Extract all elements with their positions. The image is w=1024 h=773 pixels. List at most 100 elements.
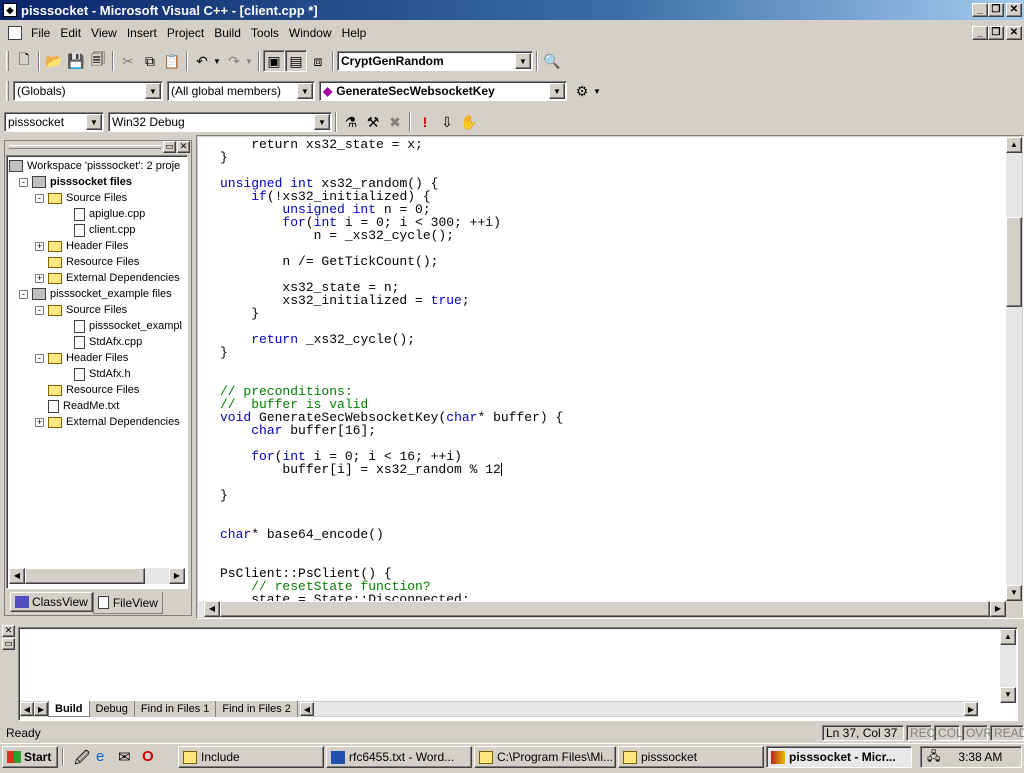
code-line[interactable]: return xs32_state = x; — [220, 138, 563, 151]
tree-item[interactable]: StdAfx.cpp — [9, 334, 187, 350]
menu-project[interactable]: Project — [162, 24, 209, 42]
code-line[interactable]: buffer[i] = xs32_random % 12 — [220, 463, 563, 476]
menu-file[interactable]: File — [26, 24, 55, 42]
build-icon[interactable]: ⚒ — [362, 111, 384, 133]
workspace-root[interactable]: Workspace 'pisssocket': 2 proje — [9, 158, 187, 174]
output-vscrollbar[interactable]: ▲ ▼ — [1000, 629, 1016, 703]
scroll-left-icon[interactable]: ◀ — [204, 601, 220, 617]
code-line[interactable]: n /= GetTickCount(); — [220, 255, 563, 268]
scroll-up-icon[interactable]: ▲ — [1000, 629, 1016, 645]
doc-restore-button[interactable]: ❐ — [988, 26, 1004, 40]
collapse-icon[interactable]: - — [35, 353, 44, 363]
tab-build[interactable]: Build — [48, 701, 90, 717]
code-line[interactable]: state = State::Disconnected; — [220, 593, 563, 601]
code-line[interactable] — [220, 476, 563, 489]
expand-icon[interactable]: + — [35, 273, 44, 283]
code-line[interactable]: char* base64_encode() — [220, 528, 563, 541]
output-hscroll-right-icon[interactable]: ▶ — [963, 702, 978, 716]
opera-icon[interactable]: O — [142, 748, 154, 765]
tree-item[interactable]: - Source Files — [9, 190, 187, 206]
collapse-icon[interactable]: - — [19, 177, 28, 187]
menu-window[interactable]: Window — [284, 24, 337, 42]
scope-combo[interactable]: (Globals) ▼ — [13, 81, 163, 101]
menu-insert[interactable]: Insert — [122, 24, 162, 42]
wizard-action-icon[interactable]: ⚙ — [571, 80, 593, 102]
scroll-thumb[interactable] — [220, 601, 990, 617]
compile-icon[interactable]: ⚗ — [340, 111, 362, 133]
code-line[interactable]: } — [220, 489, 563, 502]
code-line[interactable]: xs32_initialized = true; — [220, 294, 563, 307]
go-icon[interactable]: ⇩ — [436, 111, 458, 133]
menu-build[interactable]: Build — [209, 24, 246, 42]
menu-help[interactable]: Help — [337, 24, 372, 42]
tree-item[interactable]: - pisssocket_example files — [9, 286, 187, 302]
chevron-down-icon[interactable]: ▼ — [515, 53, 531, 69]
code-line[interactable]: } — [220, 151, 563, 164]
function-combo[interactable]: ◆ GenerateSecWebsocketKey ▼ — [319, 81, 567, 101]
code-line[interactable]: return _xs32_cycle(); — [220, 333, 563, 346]
close-button[interactable]: ✕ — [1006, 3, 1022, 17]
tree-item[interactable]: - Source Files — [9, 302, 187, 318]
output-hscroll-left-icon[interactable]: ◀ — [299, 702, 314, 716]
document-icon[interactable] — [8, 26, 22, 40]
project-combo[interactable]: pisssocket ▼ — [4, 112, 104, 132]
scroll-down-icon[interactable]: ▼ — [1006, 585, 1022, 601]
tree-item[interactable]: client.cpp — [9, 222, 187, 238]
redo-dropdown-icon[interactable]: ▼ — [245, 57, 255, 66]
tree-item[interactable]: - pisssocket files — [9, 174, 187, 190]
tab-fileview[interactable]: FileView — [92, 592, 163, 614]
tree-item[interactable]: pisssocket_exampl — [9, 318, 187, 334]
save-all-icon[interactable]: 🗐 — [87, 50, 109, 72]
output-close-icon[interactable]: ✕ — [2, 625, 15, 637]
code-editor[interactable]: return xs32_state = x;} unsigned int xs32… — [198, 137, 1006, 601]
find-combo[interactable]: CryptGenRandom ▼ — [337, 51, 533, 71]
scroll-right-icon[interactable]: ▶ — [169, 568, 185, 584]
code-line[interactable]: } — [220, 346, 563, 359]
code-line[interactable] — [220, 502, 563, 515]
scroll-right-icon[interactable]: ▶ — [990, 601, 1006, 617]
config-combo[interactable]: Win32 Debug ▼ — [108, 112, 332, 132]
output-restore-icon[interactable]: ▭ — [2, 638, 15, 650]
breakpoint-hand-icon[interactable]: ✋ — [458, 111, 480, 133]
maximize-button[interactable]: ❐ — [988, 3, 1004, 17]
pane-close-icon[interactable]: ✕ — [177, 141, 190, 153]
collapse-icon[interactable]: - — [35, 193, 44, 203]
undo-icon[interactable]: ↶ — [191, 50, 213, 72]
ie-icon[interactable]: e — [96, 748, 104, 765]
task-explorer[interactable]: C:\Program Files\Mi... — [474, 746, 616, 768]
chevron-down-icon[interactable]: ▼ — [549, 83, 565, 99]
clock[interactable]: 3:38 AM — [958, 750, 1002, 764]
tab-classview[interactable]: ClassView — [10, 592, 93, 612]
workspace-hscrollbar[interactable]: ◀ ▶ — [9, 568, 185, 584]
tree-item[interactable]: ReadMe.txt — [9, 398, 187, 414]
tab-scroll-right-icon[interactable]: ▶ — [34, 702, 48, 716]
chevron-down-icon[interactable]: ▼ — [314, 114, 330, 130]
tree-item[interactable]: - Header Files — [9, 350, 187, 366]
code-line[interactable] — [220, 541, 563, 554]
stop-build-icon[interactable]: ✖ — [384, 111, 406, 133]
doc-close-button[interactable]: ✕ — [1006, 26, 1022, 40]
code-line[interactable] — [220, 359, 563, 372]
wizard-dropdown-icon[interactable]: ▼ — [593, 87, 603, 96]
tab-find-in-files-1[interactable]: Find in Files 1 — [135, 701, 217, 717]
menu-edit[interactable]: Edit — [55, 24, 86, 42]
tab-scroll-left-icon[interactable]: ◀ — [20, 702, 34, 716]
scroll-thumb[interactable] — [25, 568, 145, 584]
outlook-icon[interactable]: ✉ — [118, 748, 131, 766]
collapse-icon[interactable]: - — [35, 305, 44, 315]
expand-icon[interactable]: + — [35, 241, 44, 251]
chevron-down-icon[interactable]: ▼ — [145, 83, 161, 99]
task-pisssocket-folder[interactable]: pisssocket — [618, 746, 764, 768]
expand-icon[interactable]: + — [35, 417, 44, 427]
output-hscroll-track[interactable] — [313, 702, 964, 716]
new-file-icon[interactable]: 🗋 — [13, 50, 35, 72]
collapse-icon[interactable]: - — [19, 289, 28, 299]
tab-debug[interactable]: Debug — [90, 701, 135, 717]
start-button[interactable]: Start — [2, 746, 58, 768]
tree-item[interactable]: apiglue.cpp — [9, 206, 187, 222]
scroll-up-icon[interactable]: ▲ — [1006, 137, 1022, 153]
editor-vscrollbar[interactable]: ▲ ▼ — [1006, 137, 1022, 601]
code-line[interactable]: } — [220, 307, 563, 320]
tree-item[interactable]: + External Dependencies — [9, 414, 187, 430]
save-icon[interactable]: 💾 — [65, 50, 87, 72]
